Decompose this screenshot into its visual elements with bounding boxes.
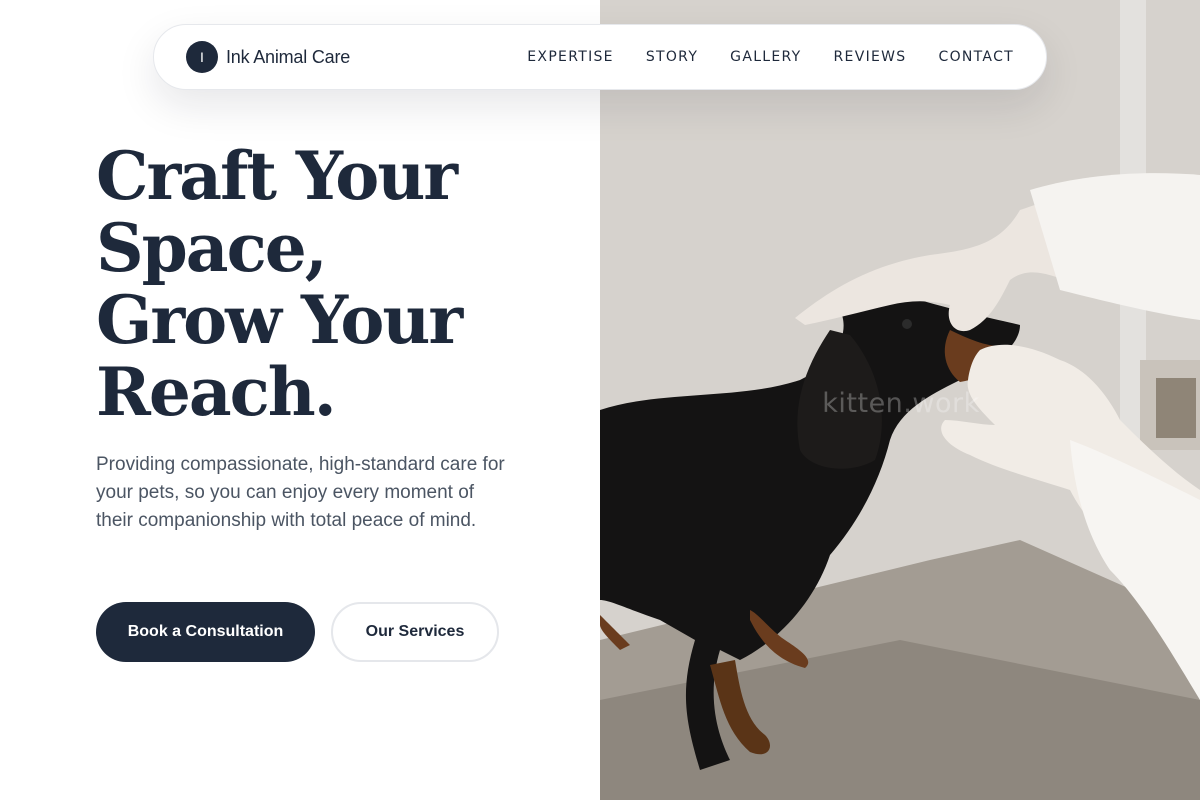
nav-link-contact[interactable]: CONTACT bbox=[939, 49, 1015, 65]
book-consultation-button[interactable]: Book a Consultation bbox=[96, 602, 315, 662]
nav-link-reviews[interactable]: REVIEWS bbox=[834, 49, 907, 65]
hero-title-line: Space, bbox=[96, 209, 328, 287]
hero-title-line: Grow Your bbox=[96, 281, 463, 359]
hero-photo: kitten.work bbox=[600, 0, 1200, 800]
hero-description: Providing compassionate, high-standard c… bbox=[96, 454, 505, 531]
nav-link-story[interactable]: STORY bbox=[646, 49, 698, 65]
logo-icon[interactable]: I bbox=[186, 41, 218, 73]
nav-link-expertise[interactable]: EXPERTISE bbox=[527, 49, 614, 65]
hero-title-line: Reach. bbox=[96, 353, 337, 431]
top-navigation: I Ink Animal Care EXPERTISE STORY GALLER… bbox=[153, 24, 1047, 90]
hero-title-line: Craft Your bbox=[96, 137, 458, 215]
brand-name[interactable]: Ink Animal Care bbox=[226, 47, 350, 68]
hero-title: Craft Your Space, Grow Your Reach. bbox=[96, 140, 566, 428]
nav-links: EXPERTISE STORY GALLERY REVIEWS CONTACT bbox=[527, 49, 1014, 65]
our-services-button[interactable]: Our Services bbox=[331, 602, 499, 662]
watermark: kitten.work bbox=[822, 388, 980, 419]
nav-link-gallery[interactable]: GALLERY bbox=[730, 49, 801, 65]
